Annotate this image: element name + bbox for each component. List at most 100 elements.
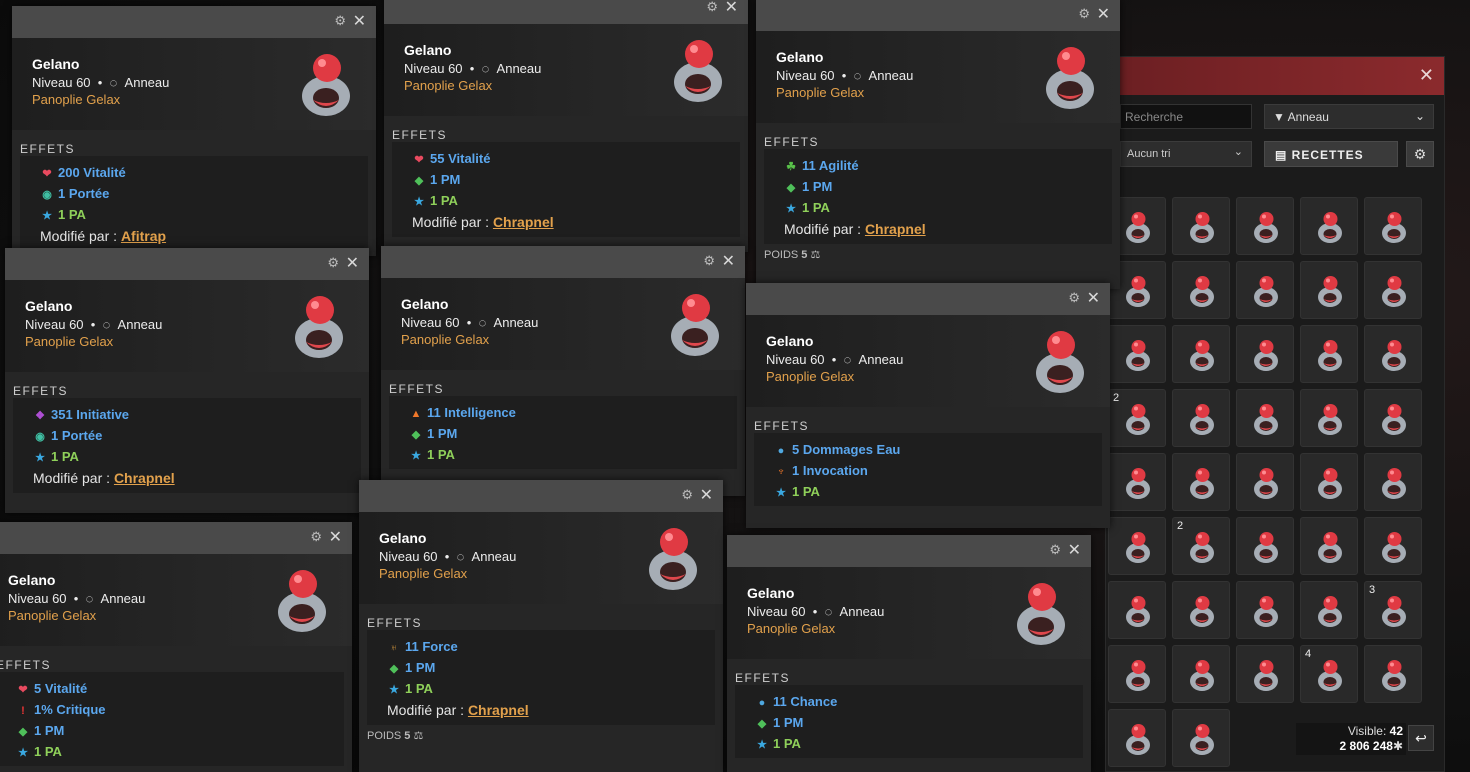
inventory-slot[interactable] [1108, 581, 1166, 639]
inventory-slot[interactable] [1300, 261, 1358, 319]
tooltip-titlebar[interactable]: ⚙ ✕ [5, 248, 369, 280]
gear-icon[interactable]: ⚙ [334, 13, 346, 29]
recipes-button[interactable]: ▤ RECETTES [1264, 141, 1398, 167]
inventory-slot[interactable] [1364, 645, 1422, 703]
tooltip-titlebar[interactable]: ⚙ ✕ [746, 283, 1110, 315]
tooltip-titlebar[interactable]: ⚙ ✕ [359, 480, 723, 512]
inventory-slot[interactable] [1236, 389, 1294, 447]
gear-icon[interactable]: ⚙ [1078, 6, 1090, 22]
gear-icon[interactable]: ⚙ [310, 529, 322, 545]
inventory-slot[interactable] [1300, 517, 1358, 575]
item-set[interactable]: Panoplie Gelax [766, 369, 854, 384]
sort-select[interactable]: Aucun tri ⌄ [1120, 141, 1252, 167]
inventory-slot[interactable]: 3 [1364, 581, 1422, 639]
back-arrow-icon[interactable]: ↩ [1408, 725, 1434, 751]
ring-icon [1251, 403, 1281, 441]
modified-by-link[interactable]: Chrapnel [114, 470, 175, 486]
inventory-slot[interactable] [1108, 709, 1166, 767]
gear-icon[interactable]: ⚙ [327, 255, 339, 271]
inventory-slot[interactable] [1364, 453, 1422, 511]
category-filter-select[interactable]: ▼ Anneau ⌄ [1264, 104, 1434, 129]
modified-by-link[interactable]: Chrapnel [468, 702, 529, 718]
tooltip-titlebar[interactable]: ⚙ ✕ [384, 0, 748, 24]
inventory-slot[interactable] [1300, 581, 1358, 639]
inventory-slot[interactable] [1236, 645, 1294, 703]
effect-line: ★ 1 PA [40, 204, 348, 225]
inventory-slot[interactable] [1108, 325, 1166, 383]
inventory-slot[interactable] [1364, 517, 1422, 575]
item-type: Anneau [496, 61, 542, 76]
inventory-slot[interactable] [1236, 325, 1294, 383]
gear-icon[interactable]: ⚙ [1068, 290, 1080, 306]
inventory-slot[interactable]: 2 [1108, 389, 1166, 447]
inventory-slot[interactable]: 4 [1300, 645, 1358, 703]
tooltip-titlebar[interactable]: ⚙ ✕ [727, 535, 1091, 567]
inventory-slot[interactable] [1236, 197, 1294, 255]
close-icon[interactable]: ✕ [329, 527, 342, 547]
gear-icon[interactable]: ⚙ [703, 253, 715, 269]
inventory-slot[interactable] [1172, 261, 1230, 319]
gear-icon[interactable]: ⚙ [1406, 141, 1434, 167]
inventory-slot[interactable] [1172, 581, 1230, 639]
inventory-slot[interactable] [1300, 453, 1358, 511]
item-set[interactable]: Panoplie Gelax [8, 608, 96, 623]
close-icon[interactable]: ✕ [722, 251, 735, 271]
tooltip-titlebar[interactable]: ⚙ ✕ [0, 522, 352, 554]
inventory-slot[interactable] [1236, 581, 1294, 639]
inventory-slot[interactable] [1108, 645, 1166, 703]
bullet: • [466, 315, 472, 330]
inventory-slot[interactable] [1172, 197, 1230, 255]
inventory-slot[interactable] [1236, 261, 1294, 319]
inventory-slot[interactable] [1108, 517, 1166, 575]
tooltip-header: Gelano Niveau 60 • ◌ Anneau Panoplie Gel… [12, 38, 376, 130]
item-set[interactable]: Panoplie Gelax [32, 92, 120, 107]
modified-by-link[interactable]: Afitrap [121, 228, 166, 244]
close-icon[interactable]: ✕ [1068, 540, 1081, 560]
item-set[interactable]: Panoplie Gelax [379, 566, 467, 581]
item-set[interactable]: Panoplie Gelax [25, 334, 113, 349]
inventory-slot[interactable]: 2 [1172, 517, 1230, 575]
star-icon: ★ [18, 747, 28, 759]
inventory-slot[interactable] [1236, 453, 1294, 511]
effect-line: ◆ 1 PM [412, 169, 720, 190]
effects-list: ❤ 5 Vitalité! 1% Critique ◆ 1 PM ★ 1 PA [0, 672, 344, 766]
item-set[interactable]: Panoplie Gelax [401, 332, 489, 347]
inventory-slot[interactable] [1236, 517, 1294, 575]
gear-icon[interactable]: ⚙ [1049, 542, 1061, 558]
tooltip-titlebar[interactable]: ⚙ ✕ [756, 0, 1120, 31]
close-icon[interactable]: ✕ [700, 485, 713, 505]
inventory-slot[interactable] [1300, 197, 1358, 255]
tooltip-titlebar[interactable]: ⚙ ✕ [12, 6, 376, 38]
inventory-slot[interactable] [1172, 453, 1230, 511]
inventory-slot[interactable] [1364, 325, 1422, 383]
close-icon[interactable]: ✕ [1087, 288, 1100, 308]
gear-icon[interactable]: ⚙ [706, 0, 718, 15]
modified-by: Modifié par : Afitrap [40, 225, 348, 247]
inventory-slot[interactable] [1172, 645, 1230, 703]
inventory-slot[interactable] [1172, 325, 1230, 383]
inventory-slot[interactable] [1172, 389, 1230, 447]
search-input[interactable]: Recherche [1120, 104, 1252, 129]
gear-icon[interactable]: ⚙ [681, 487, 693, 503]
item-set[interactable]: Panoplie Gelax [747, 621, 835, 636]
modified-by-link[interactable]: Chrapnel [493, 214, 554, 230]
tooltip-titlebar[interactable]: ⚙ ✕ [381, 246, 745, 278]
inventory-slot[interactable] [1172, 709, 1230, 767]
item-set[interactable]: Panoplie Gelax [404, 78, 492, 93]
close-icon[interactable]: ✕ [346, 253, 359, 273]
close-icon[interactable]: ✕ [1419, 65, 1434, 86]
modified-by-link[interactable]: Chrapnel [865, 221, 926, 237]
inventory-slot[interactable] [1364, 261, 1422, 319]
effects-list: ▲ 11 Intelligence ◆ 1 PM ★ 1 PA [389, 396, 737, 469]
modified-by: Modifié par : Chrapnel [387, 699, 695, 721]
item-name: Gelano [25, 298, 73, 314]
close-icon[interactable]: ✕ [353, 11, 366, 31]
close-icon[interactable]: ✕ [725, 0, 738, 17]
item-set[interactable]: Panoplie Gelax [776, 85, 864, 100]
close-icon[interactable]: ✕ [1097, 4, 1110, 24]
inventory-slot[interactable] [1300, 389, 1358, 447]
inventory-slot[interactable] [1300, 325, 1358, 383]
inventory-slot[interactable] [1364, 389, 1422, 447]
inventory-slot[interactable] [1108, 453, 1166, 511]
inventory-slot[interactable] [1364, 197, 1422, 255]
